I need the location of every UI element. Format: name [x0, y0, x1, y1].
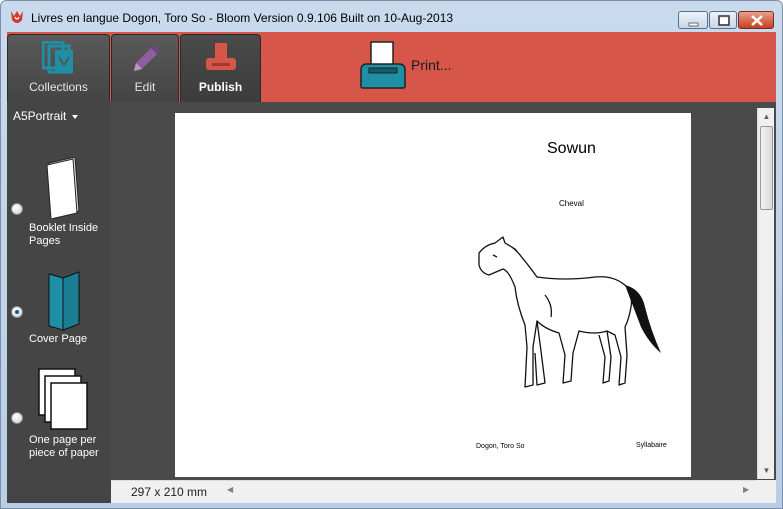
tab-publish[interactable]: Publish	[180, 34, 261, 102]
preview-page: Sowun Cheval Dogon, Toro So Syllabaire	[175, 113, 691, 477]
publish-icon	[205, 43, 236, 70]
option-label: One page per piece of paper	[29, 434, 99, 459]
option-label: Booklet Inside Pages	[29, 222, 99, 247]
scroll-right-icon[interactable]: ▶	[743, 485, 749, 494]
pages-icon	[38, 368, 88, 430]
window-title: Livres en langue Dogon, Toro So - Bloom …	[31, 11, 454, 25]
book-subtitle: Cheval	[559, 199, 584, 208]
maximize-button[interactable]	[709, 11, 737, 29]
tab-edit[interactable]: Edit	[111, 34, 179, 102]
title-bar[interactable]: Livres en langue Dogon, Toro So - Bloom …	[1, 1, 782, 31]
main-area: Collections Edit Publish Print... A5Port…	[7, 32, 776, 503]
close-button[interactable]	[738, 11, 774, 29]
tab-label: Publish	[198, 80, 243, 94]
tab-label: Collections	[29, 80, 88, 94]
bloom-tulip-icon	[11, 11, 23, 23]
horse-illustration	[478, 236, 661, 388]
booklet-icon	[46, 157, 80, 219]
book-title: Sowun	[547, 140, 596, 157]
pdf-preview[interactable]: Sowun Cheval Dogon, Toro So Syllabaire ▲…	[111, 102, 776, 503]
scroll-corner	[757, 480, 776, 503]
collections-icon	[41, 41, 73, 74]
status-bar: 297 x 210 mm ◀ ▶	[111, 480, 757, 503]
minimize-button[interactable]	[678, 11, 708, 29]
scroll-up-icon[interactable]: ▲	[758, 108, 775, 125]
vertical-scrollbar[interactable]: ▲ ▼	[757, 108, 774, 479]
footer-left: Dogon, Toro So	[476, 443, 525, 450]
chevron-down-icon	[72, 114, 79, 119]
printer-icon	[360, 41, 406, 89]
footer-right: Syllabaire	[636, 442, 667, 449]
page-size-label: 297 x 210 mm	[131, 485, 208, 499]
close-icon	[751, 15, 763, 26]
scroll-down-icon[interactable]: ▼	[758, 462, 775, 479]
radio-one-page[interactable]	[11, 412, 23, 424]
scroll-left-icon[interactable]: ◀	[227, 485, 233, 494]
option-label: Cover Page	[29, 333, 88, 345]
print-button[interactable]: Print...	[359, 40, 459, 92]
tab-collections[interactable]: Collections	[7, 34, 110, 102]
publish-options-pane: A5Portrait Booklet Inside Pages Cover Pa…	[7, 102, 111, 503]
pencil-icon	[134, 45, 160, 71]
layout-value: A5Portrait	[13, 109, 67, 123]
radio-cover-page[interactable]	[11, 306, 23, 318]
print-label: Print...	[411, 57, 452, 73]
tab-label: Edit	[134, 80, 156, 94]
cover-icon	[48, 271, 80, 331]
toolbar: Collections Edit Publish Print...	[7, 32, 776, 102]
maximize-icon	[718, 15, 730, 26]
minimize-icon	[688, 22, 699, 27]
scroll-thumb[interactable]	[760, 126, 773, 210]
radio-booklet[interactable]	[11, 203, 23, 215]
app-window: Livres en langue Dogon, Toro So - Bloom …	[0, 0, 783, 509]
layout-dropdown[interactable]: A5Portrait	[13, 109, 79, 123]
